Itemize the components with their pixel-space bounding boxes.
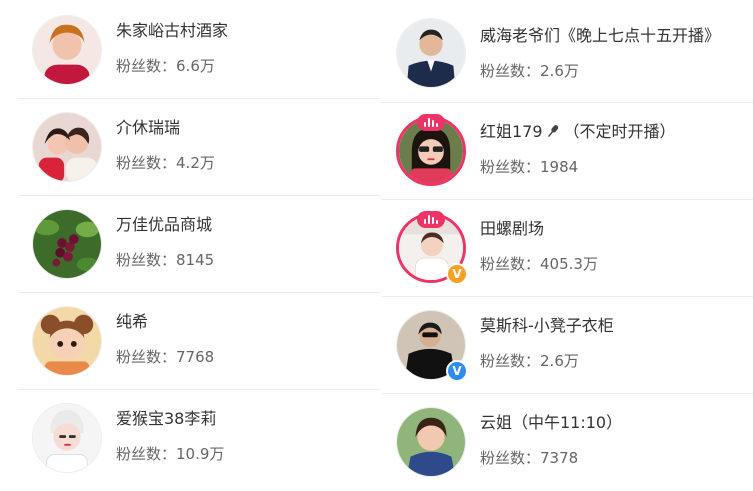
streamer-card[interactable]: 朱家峪古村酒家 粉丝数：6.6万 xyxy=(18,0,380,99)
fans-label: 粉丝数： xyxy=(116,348,177,366)
avatar-wrap xyxy=(32,209,102,279)
verified-badge-icon: V xyxy=(446,263,468,285)
fans-count: 2.6万 xyxy=(540,352,579,370)
verified-badge-icon: V xyxy=(446,360,468,382)
fans-count: 1984 xyxy=(540,158,579,176)
streamer-card[interactable]: 红姐179 （不定时开播） 粉丝数：1984 xyxy=(382,103,753,200)
fans-count-row: 粉丝数：405.3万 xyxy=(480,254,753,274)
fans-count: 7378 xyxy=(540,449,579,467)
avatar-wrap: V xyxy=(396,211,468,285)
streamer-info: 万佳优品商城 粉丝数：8145 xyxy=(116,214,380,270)
avatar-wrap xyxy=(32,15,102,85)
streamer-info: 介休瑞瑞 粉丝数：4.2万 xyxy=(116,117,380,173)
avatar[interactable] xyxy=(396,407,466,477)
fans-label: 粉丝数： xyxy=(480,158,541,176)
streamer-card[interactable]: 云姐（中午11:10） 粉丝数：7378 xyxy=(382,394,753,491)
left-column: 朱家峪古村酒家 粉丝数：6.6万 介休瑞瑞 粉丝数：4.2万 万佳优品商城 粉丝… xyxy=(18,0,380,487)
streamer-name-text: 红姐179 xyxy=(480,122,543,141)
fans-count-row: 粉丝数：4.2万 xyxy=(116,153,380,173)
streamer-card[interactable]: 万佳优品商城 粉丝数：8145 xyxy=(18,196,380,293)
fans-label: 粉丝数： xyxy=(480,62,541,80)
streamer-card[interactable]: 爱猴宝38李莉 粉丝数：10.9万 xyxy=(18,390,380,487)
avatar[interactable] xyxy=(32,15,102,85)
fans-count: 405.3万 xyxy=(540,255,598,273)
avatar[interactable] xyxy=(396,18,466,88)
streamer-name[interactable]: 莫斯科-小凳子衣柜 xyxy=(480,315,753,337)
avatar-wrap xyxy=(32,112,102,182)
fans-label: 粉丝数： xyxy=(116,154,177,172)
fans-count: 6.6万 xyxy=(176,57,215,75)
streamer-info: 朱家峪古村酒家 粉丝数：6.6万 xyxy=(116,20,380,76)
streamer-name[interactable]: 介休瑞瑞 xyxy=(116,117,380,139)
fans-count-row: 粉丝数：8145 xyxy=(116,250,380,270)
fans-count: 8145 xyxy=(176,251,215,269)
streamer-name[interactable]: 威海老爷们《晚上七点十五开播》 xyxy=(480,25,753,47)
streamer-list: 朱家峪古村酒家 粉丝数：6.6万 介休瑞瑞 粉丝数：4.2万 万佳优品商城 粉丝… xyxy=(0,0,753,488)
fans-label: 粉丝数： xyxy=(116,445,177,463)
fans-count: 2.6万 xyxy=(540,62,579,80)
fans-label: 粉丝数： xyxy=(116,57,177,75)
streamer-name[interactable]: 红姐179 （不定时开播） xyxy=(480,121,753,143)
streamer-name[interactable]: 万佳优品商城 xyxy=(116,214,380,236)
streamer-info: 爱猴宝38李莉 粉丝数：10.9万 xyxy=(116,408,380,464)
live-indicator-icon xyxy=(417,114,445,131)
microphone-icon xyxy=(545,123,560,143)
live-indicator-icon xyxy=(417,211,445,228)
avatar-wrap xyxy=(32,306,102,376)
fans-label: 粉丝数： xyxy=(480,352,541,370)
streamer-info: 纯希 粉丝数：7768 xyxy=(116,311,380,367)
right-column: 威海老爷们《晚上七点十五开播》 粉丝数：2.6万 红姐179 （不定时开播） 粉丝… xyxy=(382,0,753,491)
fans-count-row: 粉丝数：7378 xyxy=(480,448,753,468)
avatar-wrap xyxy=(396,407,466,477)
streamer-card[interactable]: 介休瑞瑞 粉丝数：4.2万 xyxy=(18,99,380,196)
avatar-wrap xyxy=(32,403,102,473)
streamer-card[interactable]: V 田螺剧场 粉丝数：405.3万 xyxy=(382,200,753,297)
fans-label: 粉丝数： xyxy=(116,251,177,269)
streamer-info: 红姐179 （不定时开播） 粉丝数：1984 xyxy=(480,121,753,177)
fans-count-row: 粉丝数：6.6万 xyxy=(116,56,380,76)
streamer-name[interactable]: 云姐（中午11:10） xyxy=(480,412,753,434)
streamer-card[interactable]: V 莫斯科-小凳子衣柜 粉丝数：2.6万 xyxy=(382,297,753,394)
streamer-name-suffix: （不定时开播） xyxy=(563,122,676,141)
streamer-name[interactable]: 爱猴宝38李莉 xyxy=(116,408,380,430)
streamer-info: 威海老爷们《晚上七点十五开播》 粉丝数：2.6万 xyxy=(480,25,753,81)
avatar[interactable] xyxy=(32,112,102,182)
avatar-wrap xyxy=(396,18,466,88)
streamer-name[interactable]: 田螺剧场 xyxy=(480,218,753,240)
avatar[interactable] xyxy=(32,209,102,279)
streamer-card[interactable]: 威海老爷们《晚上七点十五开播》 粉丝数：2.6万 xyxy=(382,0,753,103)
avatar[interactable] xyxy=(32,403,102,473)
avatar[interactable] xyxy=(32,306,102,376)
streamer-info: 田螺剧场 粉丝数：405.3万 xyxy=(480,218,753,274)
streamer-card[interactable]: 纯希 粉丝数：7768 xyxy=(18,293,380,390)
fans-count-row: 粉丝数：2.6万 xyxy=(480,351,753,371)
fans-count-row: 粉丝数：2.6万 xyxy=(480,61,753,81)
streamer-info: 莫斯科-小凳子衣柜 粉丝数：2.6万 xyxy=(480,315,753,371)
fans-count-row: 粉丝数：7768 xyxy=(116,347,380,367)
fans-count-row: 粉丝数：1984 xyxy=(480,157,753,177)
fans-count: 4.2万 xyxy=(176,154,215,172)
fans-label: 粉丝数： xyxy=(480,255,541,273)
fans-count-row: 粉丝数：10.9万 xyxy=(116,444,380,464)
fans-count: 7768 xyxy=(176,348,215,366)
avatar-wrap: V xyxy=(396,310,468,382)
avatar-wrap xyxy=(396,114,466,186)
streamer-name[interactable]: 朱家峪古村酒家 xyxy=(116,20,380,42)
streamer-info: 云姐（中午11:10） 粉丝数：7378 xyxy=(480,412,753,468)
fans-label: 粉丝数： xyxy=(480,449,541,467)
fans-count: 10.9万 xyxy=(176,445,225,463)
streamer-name[interactable]: 纯希 xyxy=(116,311,380,333)
